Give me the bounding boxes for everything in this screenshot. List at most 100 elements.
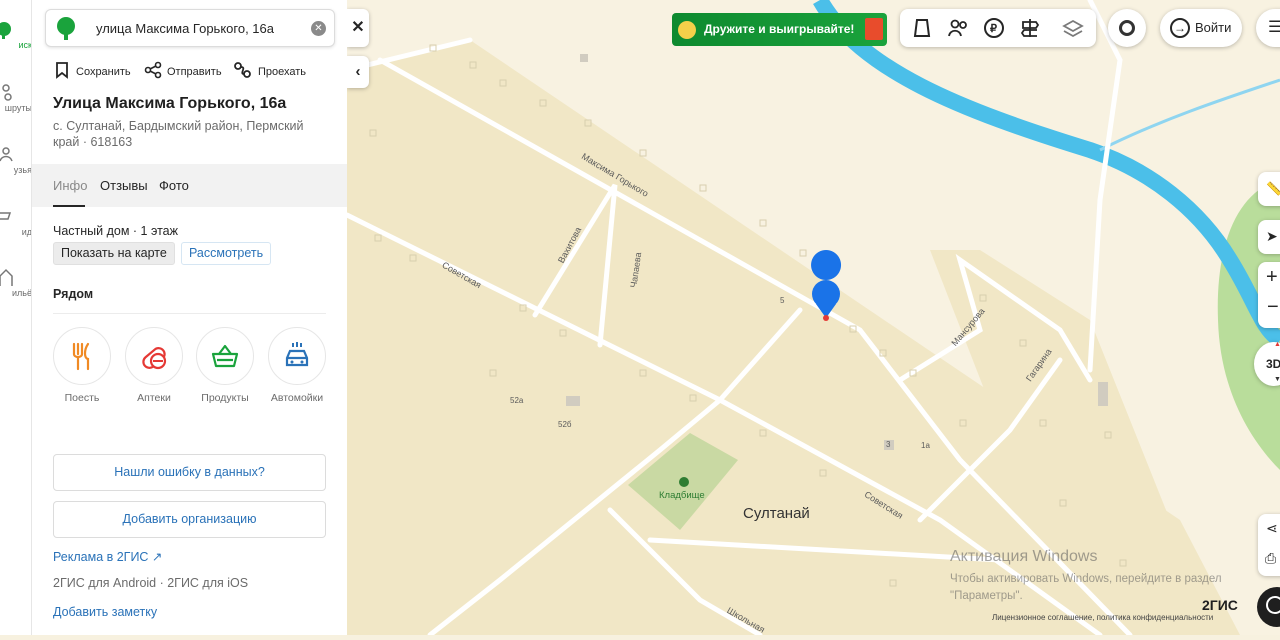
ruler-icon: 📏	[1266, 181, 1280, 196]
car-wash-icon	[268, 327, 326, 385]
search-input[interactable]: улица Максима Горького, 16а	[96, 21, 274, 36]
active-tab-indicator	[53, 205, 85, 207]
friends-icon	[0, 138, 31, 165]
collapse-panel-button[interactable]: ‹	[347, 56, 369, 88]
rail-label: узья	[13, 165, 32, 175]
fork-knife-icon	[53, 327, 111, 385]
ruble-icon[interactable]: ₽	[984, 18, 1004, 38]
windows-activation-title: Активация Windows	[950, 548, 1098, 565]
compass-north-icon: ▲	[1274, 341, 1280, 348]
gift-icon	[865, 18, 883, 40]
close-card-button[interactable]: ✕	[347, 9, 369, 47]
place-address: с. Султанай, Бардымский район, Пермский …	[53, 119, 304, 149]
share-print-control: ⋖ ⎙	[1258, 514, 1280, 576]
compass-south-icon: ▼	[1274, 376, 1280, 383]
svg-text:₽: ₽	[990, 23, 997, 35]
hamburger-icon: ☰	[1268, 19, 1280, 36]
pill-icon	[125, 327, 183, 385]
clear-search-button[interactable]: ✕	[311, 21, 326, 36]
house-number: 52б	[558, 420, 572, 429]
search-box[interactable]: улица Максима Горького, 16а ✕	[45, 9, 335, 47]
category-label: Аптеки	[137, 392, 171, 404]
place-tabs: Инфо Отзывы Фото	[32, 164, 347, 207]
guide-icon	[0, 207, 31, 227]
add-note-link[interactable]: Добавить заметку	[53, 605, 157, 619]
close-icon: ✕	[351, 19, 365, 36]
basket-icon	[196, 327, 254, 385]
bookmark-icon	[53, 61, 71, 82]
category-label: Продукты	[201, 392, 249, 404]
tab-info[interactable]: Инфо	[53, 178, 87, 193]
save-button[interactable]: Сохранить	[53, 61, 131, 82]
category-label: Автомойки	[270, 392, 324, 404]
tab-photo[interactable]: Фото	[159, 178, 189, 193]
login-label: Войти	[1195, 20, 1232, 35]
place-title: Улица Максима Горького, 16а	[53, 95, 287, 112]
village-label: Султанай	[743, 505, 810, 522]
share-button[interactable]: Отправить	[144, 61, 222, 82]
print-icon[interactable]: ⎙	[1265, 550, 1276, 567]
route-label: Проехать	[258, 65, 307, 78]
building-gray	[566, 396, 580, 406]
map-layers-toolbar: ₽	[900, 9, 1096, 47]
save-label: Сохранить	[76, 65, 131, 78]
share-icon	[144, 61, 162, 82]
nav-rail: иск шруты узья ид ильё	[0, 0, 32, 635]
housing-icon	[0, 268, 31, 288]
chevron-left-icon: ‹	[355, 63, 361, 80]
place-card-panel: улица Максима Горького, 16а ✕ Сохранить …	[32, 0, 347, 635]
rail-label: иск	[18, 40, 32, 50]
building-gray	[580, 54, 588, 62]
3d-label: 3D	[1266, 357, 1280, 371]
poi-label[interactable]: Кладбище	[659, 490, 705, 501]
ads-link[interactable]: Реклама в 2ГИС ↗	[53, 549, 162, 564]
nearby-heading: Рядом	[53, 287, 94, 301]
rail-item-friends[interactable]: узья	[0, 138, 32, 175]
nearby-pharmacy[interactable]: Аптеки	[121, 327, 187, 404]
legal-link[interactable]: Лицензионное соглашение, политика конфид…	[992, 613, 1213, 622]
traffic-icon[interactable]	[913, 19, 931, 37]
promo-text: Дружите и выигрывайте!	[704, 22, 855, 36]
nearby-groceries[interactable]: Продукты	[192, 327, 258, 404]
house-number: 52а	[510, 396, 524, 405]
friends-icon[interactable]	[948, 19, 967, 37]
2gis-logo: 2ГИС	[1202, 597, 1238, 613]
add-organization-button[interactable]: Добавить организацию	[53, 501, 326, 538]
promo-banner[interactable]: Дружите и выигрывайте!	[672, 13, 887, 46]
route-icon	[233, 61, 253, 82]
cemetery-icon	[679, 477, 689, 487]
apps-links[interactable]: 2ГИС для Android · 2ГИС для iOS	[53, 576, 248, 590]
show-on-map-button[interactable]: Показать на карте	[53, 242, 175, 265]
rail-item-guide[interactable]: ид	[0, 207, 32, 237]
2gis-leaf-icon	[54, 16, 78, 47]
mascot-icon	[678, 21, 696, 39]
house-number: 1а	[921, 441, 930, 450]
search-icon	[0, 20, 31, 40]
zoom-out-button[interactable]: −	[1267, 296, 1279, 319]
building-gray	[1098, 382, 1108, 406]
locate-button[interactable]: ➤	[1258, 220, 1280, 254]
tab-reviews[interactable]: Отзывы	[100, 178, 148, 193]
report-error-button[interactable]: Нашли ошибку в данных?	[53, 454, 326, 491]
profile-button[interactable]	[1108, 9, 1146, 47]
avatar-icon	[1119, 20, 1135, 36]
share-icon[interactable]: ⋖	[1266, 520, 1278, 537]
login-button[interactable]: → Войти	[1160, 9, 1242, 47]
rail-label: ильё	[12, 288, 32, 298]
nearby-car-wash[interactable]: Автомойки	[264, 327, 330, 404]
ruler-button[interactable]: 📏	[1258, 172, 1280, 206]
rail-label: шруты	[4, 103, 32, 113]
route-icon	[0, 83, 31, 103]
layers-icon[interactable]	[1062, 19, 1084, 38]
login-icon: →	[1170, 18, 1190, 38]
zoom-control: + −	[1258, 262, 1280, 328]
route-button[interactable]: Проехать	[233, 61, 306, 82]
inspect-button[interactable]: Рассмотреть	[181, 242, 272, 265]
rail-label: ид	[21, 227, 32, 237]
rail-item-search[interactable]: иск	[0, 20, 32, 50]
rail-item-routes[interactable]: шруты	[0, 83, 32, 113]
nearby-food[interactable]: Поесть	[49, 327, 115, 404]
signpost-icon[interactable]	[1020, 19, 1040, 37]
zoom-in-button[interactable]: +	[1266, 266, 1278, 289]
rail-item-housing[interactable]: ильё	[0, 268, 32, 298]
